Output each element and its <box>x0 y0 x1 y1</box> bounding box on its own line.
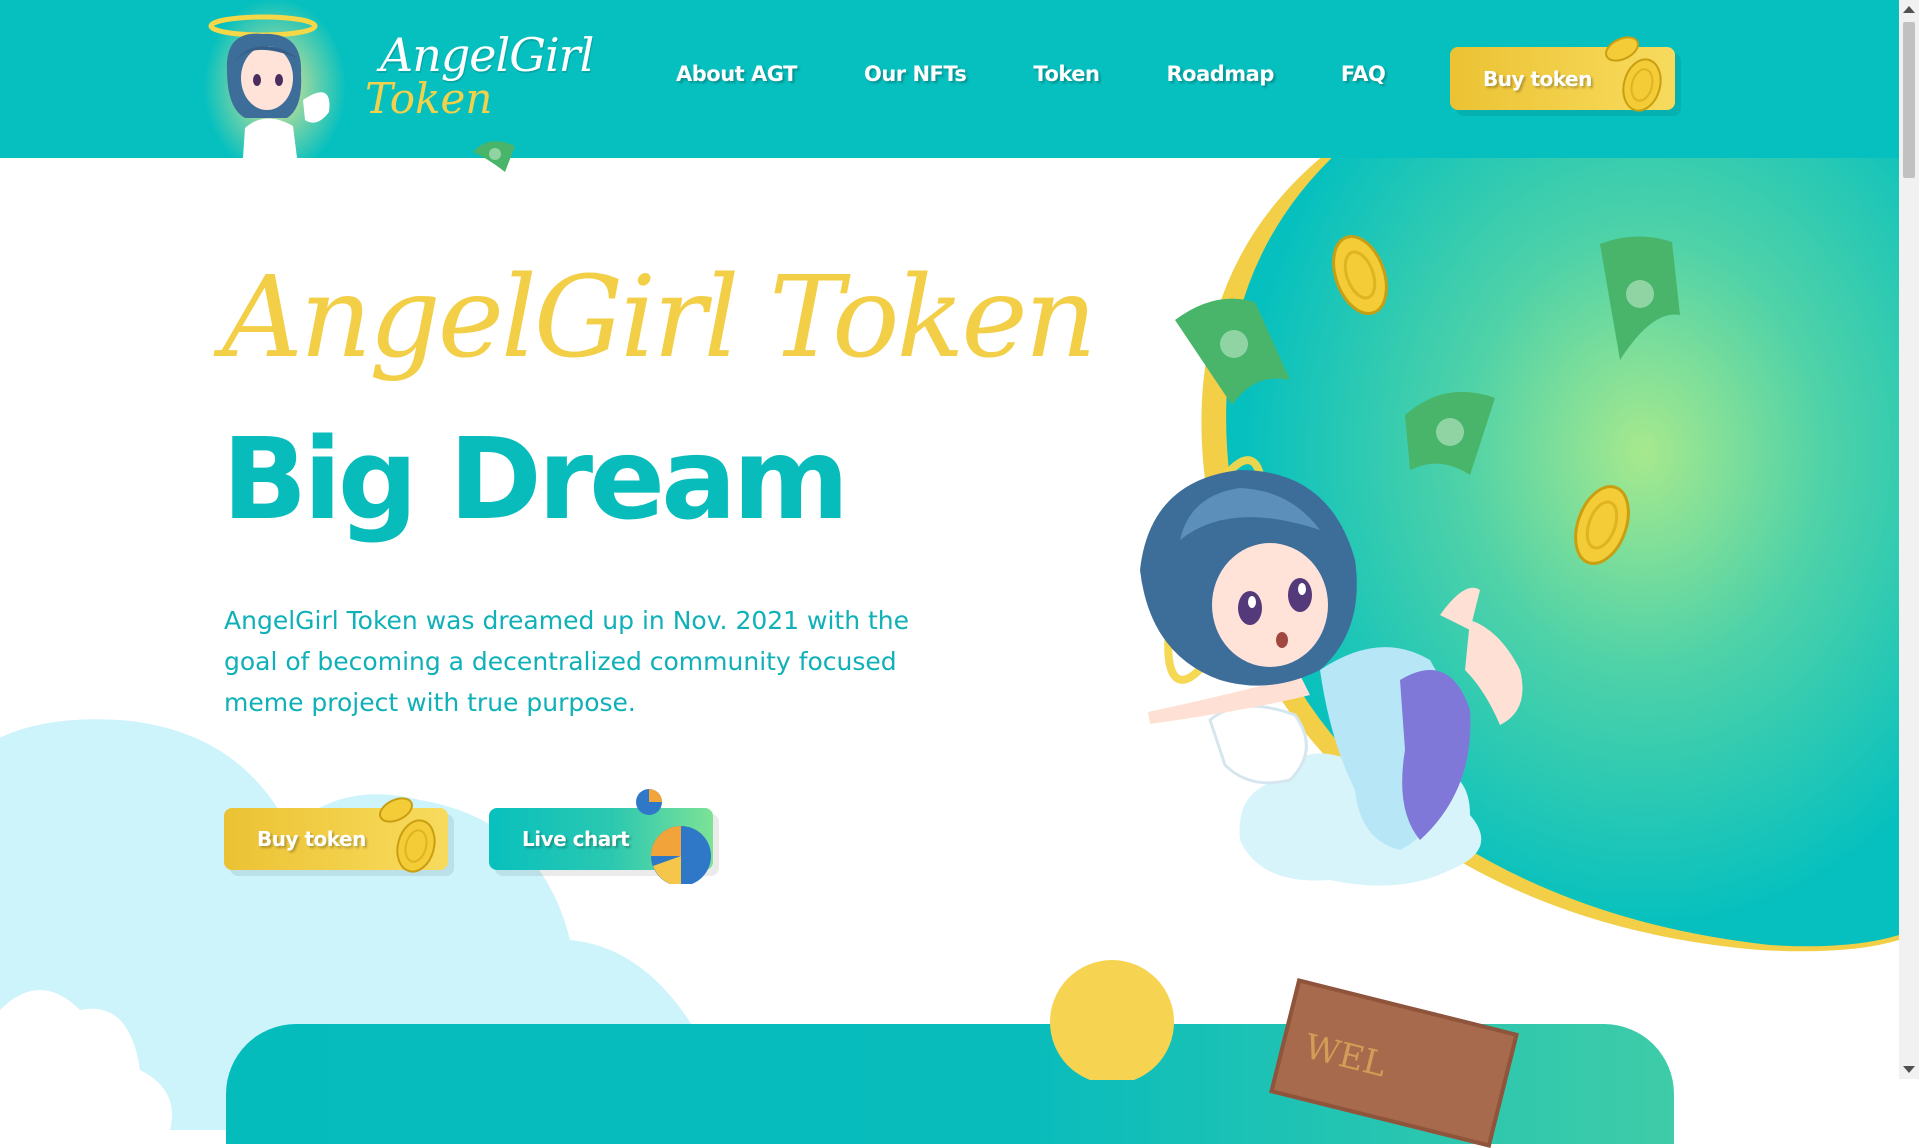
page-scrollbar[interactable] <box>1899 0 1919 1079</box>
hero-illustration <box>1140 150 1899 952</box>
main-nav: About AGT Our NFTs Token Roadmap FAQ <box>676 62 1386 98</box>
scroll-up-icon[interactable] <box>1903 6 1915 13</box>
scroll-thumb[interactable] <box>1903 22 1915 178</box>
coin-icon <box>1605 36 1662 112</box>
hero-buy-token-button[interactable]: Buy token <box>224 797 448 873</box>
hero-buy-token-label: Buy token <box>257 827 366 851</box>
nav-about-agt[interactable]: About AGT <box>676 62 797 98</box>
sun-decoration <box>1050 960 1174 1080</box>
angel-girl-avatar-icon <box>208 14 330 158</box>
banknote-icon <box>473 141 515 172</box>
logo-text-token: Token <box>365 74 493 123</box>
coin-icon <box>379 797 436 873</box>
header-buy-token-label: Buy token <box>1483 66 1592 91</box>
site-header: AngelGirl Token About AGT Our NFTs Token… <box>0 0 1899 172</box>
live-chart-button[interactable]: Live chart <box>489 789 713 884</box>
nav-token[interactable]: Token <box>1033 62 1100 98</box>
nav-roadmap[interactable]: Roadmap <box>1166 62 1274 98</box>
pie-chart-icon <box>636 789 711 884</box>
nav-faq[interactable]: FAQ <box>1341 62 1386 98</box>
hero-title-script: AngelGirl Token <box>222 253 1097 383</box>
hero-description: AngelGirl Token was dreamed up in Nov. 2… <box>224 606 910 717</box>
live-chart-label: Live chart <box>522 827 630 851</box>
header-buy-token-button[interactable]: Buy token <box>1450 36 1675 112</box>
hero-title-bold: Big Dream <box>222 415 849 545</box>
scroll-down-icon[interactable] <box>1903 1066 1915 1073</box>
nav-our-nfts[interactable]: Our NFTs <box>864 62 967 98</box>
site-logo[interactable]: AngelGirl Token <box>205 0 594 172</box>
welcome-sign-text: WEL <box>1300 1026 1391 1086</box>
